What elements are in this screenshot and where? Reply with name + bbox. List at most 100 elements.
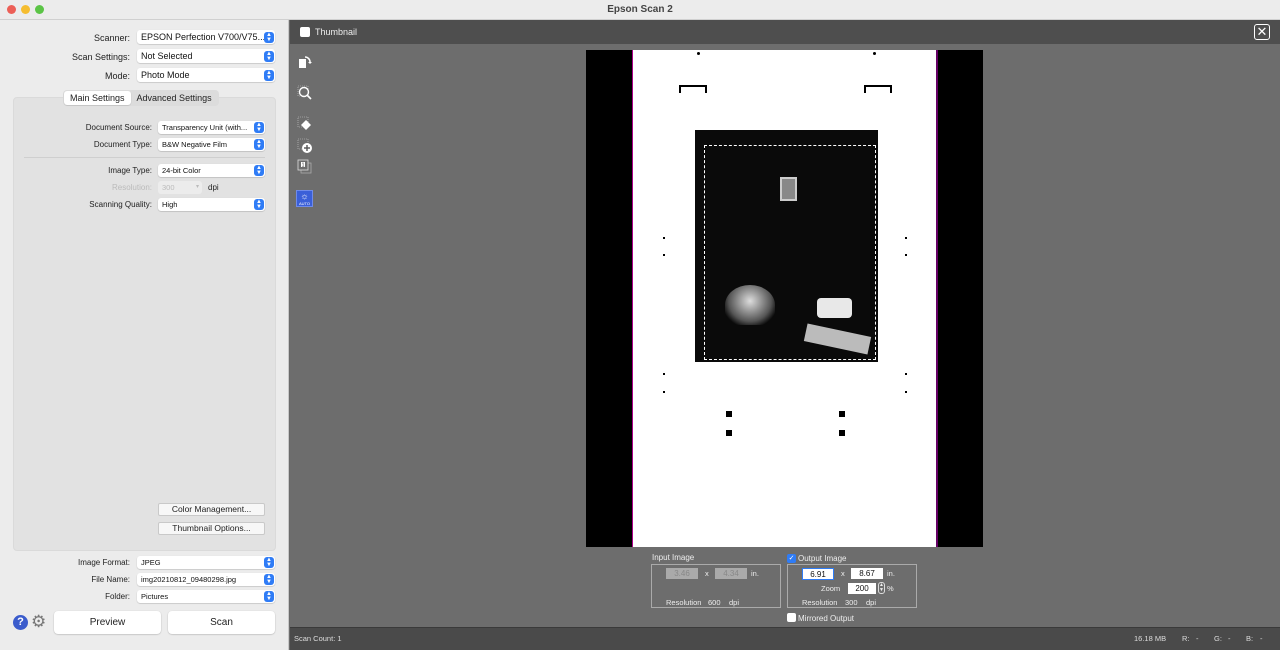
- help-icon[interactable]: ?: [13, 615, 28, 630]
- image-type-select[interactable]: 24-bit Color ▲ ▼: [158, 164, 265, 177]
- folder-select[interactable]: Pictures ▲ ▼: [137, 590, 275, 603]
- window-title: Epson Scan 2: [607, 4, 673, 15]
- b-label: B:: [1246, 634, 1254, 643]
- holder-mark: [905, 237, 907, 239]
- chevron-updown-icon: ▲ ▼: [264, 69, 274, 81]
- output-width-field[interactable]: 6.91: [802, 568, 834, 580]
- window-maximize-button[interactable]: [35, 5, 44, 14]
- preview-image: [586, 50, 983, 547]
- output-image-title: Output Image: [798, 554, 847, 563]
- holder-mark: [663, 254, 665, 256]
- chevron-updown-icon: ▲ ▼: [254, 139, 264, 150]
- document-source-value: Transparency Unit (with...: [162, 123, 248, 132]
- window-minimize-button[interactable]: [21, 5, 30, 14]
- zoom-icon[interactable]: [297, 85, 313, 101]
- document-type-select[interactable]: B&W Negative Film ▲ ▼: [158, 138, 265, 151]
- output-x-separator: x: [841, 569, 845, 578]
- holder-mark: [905, 254, 907, 256]
- chevron-updown-icon: ▲ ▼: [264, 31, 274, 43]
- input-resolution-value: 600: [708, 598, 721, 607]
- auto-exposure-icon[interactable]: ☼ AUTO: [296, 190, 313, 207]
- svg-text:1: 1: [302, 162, 305, 168]
- scanner-value: EPSON Perfection V700/V75...: [141, 32, 266, 42]
- chevron-updown-icon: ▲ ▼: [264, 574, 274, 585]
- chevron-updown-icon: ▲ ▼: [264, 50, 274, 62]
- holder-mark: [839, 411, 845, 417]
- folder-label: Folder:: [105, 592, 130, 601]
- holder-mark: [726, 411, 732, 417]
- mirrored-output-checkbox[interactable]: [787, 613, 796, 622]
- output-resolution-unit: dpi: [866, 598, 877, 607]
- file-name-select[interactable]: img20210812_09480298.jpg ▲ ▼: [137, 573, 275, 586]
- scanner-label: Scanner:: [93, 33, 130, 43]
- film-holder: [632, 50, 938, 547]
- output-resolution-label: Resolution: [802, 598, 838, 607]
- holder-mark: [839, 430, 845, 436]
- mode-value: Photo Mode: [141, 70, 190, 80]
- output-image-panel: 6.91 x 8.67 in. Zoom 200 ▲ ▼ % Resolution…: [787, 564, 917, 608]
- document-type-value: B&W Negative Film: [162, 140, 228, 149]
- thumbnail-checkbox[interactable]: [300, 27, 310, 37]
- gear-icon[interactable]: ⚙: [31, 612, 46, 632]
- tab-advanced-settings[interactable]: Advanced Settings: [131, 91, 218, 105]
- add-marquee-icon[interactable]: [297, 138, 313, 154]
- input-height-field: 4.34: [715, 568, 747, 579]
- color-management-button[interactable]: Color Management...: [158, 503, 265, 516]
- holder-mark: [905, 373, 907, 375]
- holder-mark: [873, 52, 876, 55]
- thumbnail-label: Thumbnail: [315, 27, 358, 37]
- scanning-quality-select[interactable]: High ▲ ▼: [158, 198, 265, 211]
- rotate-icon[interactable]: [297, 54, 313, 70]
- input-resolution-label: Resolution: [666, 598, 702, 607]
- scan-settings-value: Not Selected: [141, 51, 193, 61]
- document-source-select[interactable]: Transparency Unit (with... ▲ ▼: [158, 121, 265, 134]
- r-value: -: [1196, 634, 1199, 643]
- chevron-updown-icon: ▲ ▼: [264, 591, 274, 602]
- input-image-panel: 3.46 x 4.34 in. Resolution 600 dpi: [651, 564, 781, 608]
- tab-main-settings[interactable]: Main Settings: [64, 91, 131, 105]
- scanner-select[interactable]: EPSON Perfection V700/V75... ▲ ▼: [137, 30, 275, 44]
- thumbnail-options-button[interactable]: Thumbnail Options...: [158, 522, 265, 535]
- holder-mark: [905, 391, 907, 393]
- sun-icon: ☼: [300, 191, 309, 201]
- file-name-value: img20210812_09480298.jpg: [141, 575, 237, 584]
- scan-settings-select[interactable]: Not Selected ▲ ▼: [137, 49, 275, 63]
- thumbnail-bar: Thumbnail ✕: [290, 20, 1280, 44]
- holder-mark: [697, 52, 700, 55]
- file-name-label: File Name:: [91, 575, 130, 584]
- preview-button[interactable]: Preview: [54, 611, 161, 634]
- title-bar: Epson Scan 2: [0, 0, 1280, 20]
- scan-settings-label: Scan Settings:: [71, 52, 130, 62]
- scanning-quality-label: Scanning Quality:: [89, 200, 152, 209]
- scan-button[interactable]: Scan: [168, 611, 275, 634]
- holder-clip: [864, 85, 892, 93]
- folder-value: Pictures: [141, 592, 169, 601]
- resolution-select: 300 ▾: [158, 181, 202, 194]
- window-close-button[interactable]: [7, 5, 16, 14]
- auto-label: AUTO: [298, 201, 311, 206]
- holder-mark: [663, 391, 665, 393]
- document-type-label: Document Type:: [93, 140, 152, 149]
- holder-clip: [679, 85, 707, 93]
- r-label: R:: [1182, 634, 1190, 643]
- erase-marquee-icon[interactable]: [297, 116, 313, 132]
- chevron-updown-icon: ▲ ▼: [264, 557, 274, 568]
- image-format-value: JPEG: [141, 558, 161, 567]
- resolution-label: Resolution:: [111, 183, 152, 192]
- chevron-down-icon: ▾: [195, 184, 199, 190]
- copy-marquee-icon[interactable]: 1: [297, 159, 313, 175]
- zoom-stepper[interactable]: ▲ ▼: [878, 582, 885, 594]
- image-type-label: Image Type:: [108, 166, 152, 175]
- zoom-field[interactable]: 200: [848, 583, 876, 594]
- selection-marquee[interactable]: [704, 145, 876, 360]
- image-format-select[interactable]: JPEG ▲ ▼: [137, 556, 275, 569]
- scanned-photo: [695, 130, 878, 362]
- output-image-checkbox[interactable]: ✓: [787, 554, 796, 563]
- image-type-value: 24-bit Color: [162, 166, 201, 175]
- output-height-field[interactable]: 8.67: [851, 568, 883, 579]
- mode-select[interactable]: Photo Mode ▲ ▼: [137, 68, 275, 82]
- zoom-label: Zoom: [821, 584, 841, 593]
- close-icon[interactable]: ✕: [1254, 24, 1270, 40]
- settings-tabs: Main Settings Advanced Settings: [63, 90, 219, 106]
- g-value: -: [1228, 634, 1231, 643]
